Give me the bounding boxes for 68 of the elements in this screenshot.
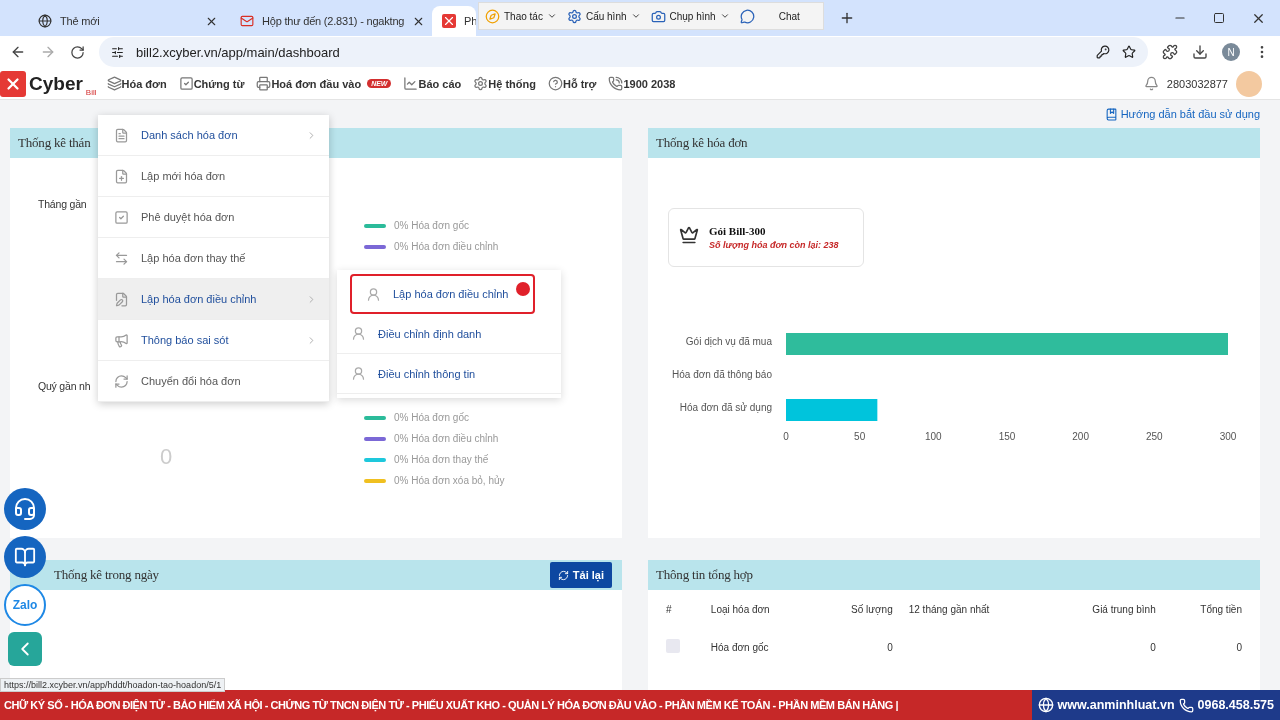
legend-label: 0% Hóa đơn gốc — [394, 220, 469, 231]
column-header: Loại hóa đơn — [709, 603, 771, 617]
category-label: Hóa đơn đã thông báo — [672, 369, 772, 380]
category-label: Gói dịch vụ đã mua — [685, 336, 772, 347]
nav-item[interactable]: 1900 2038 — [623, 77, 676, 90]
logo-subtitle: Bill — [85, 87, 97, 97]
table-cell-text: 0 — [1149, 640, 1157, 655]
tick-label: 0 — [783, 431, 789, 442]
user-id: 2803032877 — [1166, 77, 1228, 90]
nav-item[interactable]: Hỗ trợ — [562, 77, 597, 90]
tick-label: 150 — [998, 431, 1016, 442]
toolbar-item[interactable]: Chat — [778, 10, 800, 22]
menu-item[interactable]: Phê duyệt hóa đơn — [98, 197, 329, 238]
browser-tab[interactable]: Hộp thư đến (2.831) - ngaktng — [230, 6, 430, 36]
menu-item[interactable]: Thông báo sai sót — [98, 320, 329, 361]
website-link[interactable]: www.anminhluat.vn — [1057, 698, 1175, 712]
tick-label: 200 — [1072, 431, 1089, 442]
guide-link[interactable]: Hướng dẫn bắt đầu sử dụng — [1120, 108, 1260, 120]
menu-item[interactable]: Danh sách hóa đơn — [98, 115, 329, 156]
legend-label: 0% Hóa đơn gốc — [394, 412, 469, 423]
tick-label: 250 — [1146, 431, 1163, 442]
phone-number: 0968.458.575 — [1197, 698, 1274, 712]
nav-item[interactable]: Hệ thống — [488, 77, 536, 90]
panel-title: Thông tin tổng hợp — [656, 567, 753, 583]
nav-item[interactable]: Hóa đơn — [121, 77, 167, 90]
tick-label: 300 — [1219, 431, 1237, 442]
menu-item[interactable]: Lập mới hóa đơn — [98, 156, 329, 197]
menu-item[interactable]: Lập hóa đơn điều chỉnh — [98, 279, 329, 320]
logo-name: Cyber — [29, 74, 83, 93]
column-header: # — [665, 603, 673, 617]
legend-label: 0% Hóa đơn điều chỉnh — [394, 241, 499, 252]
menu-item[interactable]: Lập hóa đơn thay thế — [98, 238, 329, 279]
menu-item[interactable]: Chuyển đổi hóa đơn — [98, 361, 329, 402]
submenu-item[interactable]: Điều chỉnh định danh — [337, 314, 561, 354]
reload-button[interactable]: Tải lại — [549, 562, 612, 588]
browser-tab[interactable]: Ph — [432, 6, 476, 36]
column-header: Số lượng — [850, 603, 894, 617]
period-label: Quý gần nh — [38, 380, 91, 392]
legend-label: 0% Hóa đơn điều chỉnh — [394, 433, 499, 444]
nav-item[interactable]: Chứng từ — [193, 77, 245, 90]
toolbar-item[interactable]: Thao tác — [504, 10, 543, 22]
legend-label: 0% Hóa đơn thay thế — [394, 454, 489, 465]
toolbar-item[interactable]: Chụp hình — [669, 10, 716, 22]
toolbar-item[interactable]: Cấu hình — [585, 10, 627, 22]
table-cell-text: Hóa đơn gốc — [709, 640, 770, 655]
period-label: Tháng gần — [38, 198, 87, 210]
table-cell-text: 0 — [1235, 640, 1243, 655]
browser-tab[interactable]: Thẻ mới — [28, 6, 228, 36]
column-header: Giá trung bình — [1091, 603, 1157, 617]
profile-avatar[interactable]: N — [1222, 43, 1240, 62]
panel-title: Thống kê hóa đơn — [656, 135, 748, 151]
tick-label: 50 — [854, 431, 866, 442]
category-label: Hóa đơn đã sử dụng — [679, 402, 772, 413]
table-cell-text: 0 — [886, 640, 894, 655]
nav-item[interactable]: Báo cáo — [418, 77, 462, 90]
column-header: 12 tháng gần nhất — [907, 603, 991, 617]
panel-title: Thống kê thán — [18, 135, 91, 151]
plan-name: Gói Bill-300 — [709, 225, 767, 237]
submenu-item[interactable]: Điều chỉnh thông tin — [337, 354, 561, 394]
legend-label: 0% Hóa đơn xóa bỏ, hủy — [394, 475, 505, 486]
banner-text: CHỮ KÝ SỐ - HÓA ĐƠN ĐIỆN TỬ - BẢO HIỂM XÃ HỘI - CHỨNG TỪ TNCN ĐIỆN TỬ - PHIẾU XUẤT KHO - QUẢN LÝ HÓA ĐƠN ĐẦU VÀO - PHẦN MỀM KẾ TOÁN - PHẦN MỀM BÁN HÀNG | — [3, 699, 900, 711]
address-field[interactable]: bill2.xcyber.vn/app/main/dashboard — [99, 37, 1148, 68]
plan-remaining: Số lượng hóa đơn còn lại: 238 — [709, 240, 839, 250]
panel-title: Thống kê trong ngày — [54, 567, 159, 583]
column-header: Tổng tiền — [1199, 603, 1243, 617]
submenu-item[interactable]: Lập hóa đơn điều chỉnh — [350, 274, 535, 314]
status-url: https://bill2.xcyber.vn/app/hddt/hoadon-tao-hoadon/5/1 — [0, 678, 226, 692]
tick-label: 100 — [925, 431, 942, 442]
